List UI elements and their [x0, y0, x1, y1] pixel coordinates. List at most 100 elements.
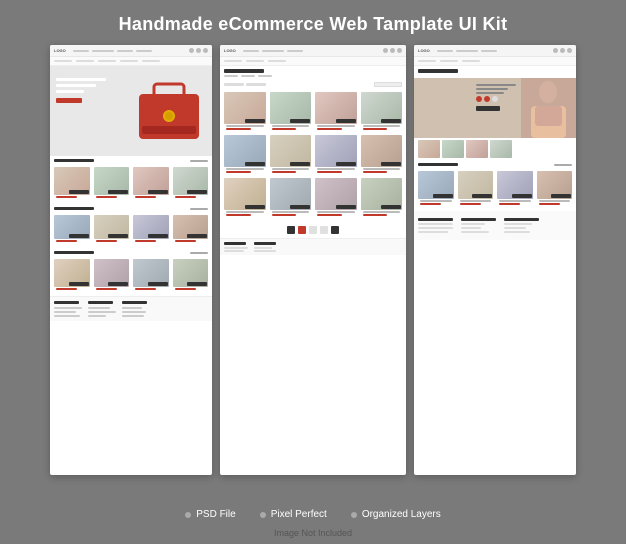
- product-item[interactable]: [93, 259, 131, 293]
- product-item[interactable]: [223, 135, 267, 176]
- listing-grid: [220, 89, 406, 222]
- page-1[interactable]: [298, 226, 306, 234]
- add-to-cart-btn[interactable]: [108, 190, 128, 194]
- add-to-cart-btn[interactable]: [512, 194, 532, 198]
- add-to-cart-btn[interactable]: [108, 234, 128, 238]
- page-3[interactable]: [320, 226, 328, 234]
- product-item[interactable]: [93, 215, 131, 245]
- product-item[interactable]: [223, 178, 267, 219]
- product-image: [173, 259, 209, 287]
- product-detail-hero: [414, 78, 576, 138]
- add-to-cart-btn[interactable]: [187, 234, 207, 238]
- nav-icon: [383, 48, 388, 53]
- add-to-cart-btn[interactable]: [187, 282, 207, 286]
- hero-cta[interactable]: [56, 98, 82, 103]
- product-item[interactable]: [132, 259, 170, 293]
- add-to-cart-btn[interactable]: [108, 282, 128, 286]
- view-all[interactable]: [190, 160, 208, 162]
- product-item[interactable]: [314, 178, 358, 219]
- add-to-cart-btn[interactable]: [336, 119, 356, 123]
- view-all[interactable]: [190, 208, 208, 210]
- nav-icon: [560, 48, 565, 53]
- subnav-item: [120, 60, 138, 62]
- page-title-area: [220, 66, 406, 80]
- product-item[interactable]: [269, 92, 313, 133]
- product-name: [539, 200, 571, 202]
- section-header-similar: [414, 160, 576, 168]
- logo-right: LOGO: [418, 48, 430, 53]
- view-all-similar[interactable]: [554, 164, 572, 166]
- product-item[interactable]: [172, 167, 210, 201]
- add-to-cart-detail[interactable]: [476, 106, 500, 111]
- product-image: [315, 135, 357, 167]
- add-to-cart-btn[interactable]: [336, 205, 356, 209]
- product-item[interactable]: [132, 215, 170, 245]
- add-to-cart-btn[interactable]: [551, 194, 571, 198]
- product-image: [497, 171, 533, 199]
- product-image: [173, 215, 209, 239]
- product-item[interactable]: [53, 215, 91, 245]
- product-item[interactable]: [269, 178, 313, 219]
- product-detail-info: [470, 84, 516, 111]
- add-to-cart-btn[interactable]: [381, 119, 401, 123]
- add-to-cart-btn[interactable]: [245, 119, 265, 123]
- add-to-cart-btn[interactable]: [472, 194, 492, 198]
- product-item[interactable]: [314, 92, 358, 133]
- add-to-cart-btn[interactable]: [381, 162, 401, 166]
- footer-center: [220, 238, 406, 255]
- page-next[interactable]: [331, 226, 339, 234]
- product-item[interactable]: [132, 167, 170, 201]
- product-item[interactable]: [269, 135, 313, 176]
- add-to-cart-btn[interactable]: [290, 205, 310, 209]
- product-item[interactable]: [53, 167, 91, 201]
- product-name: [226, 168, 264, 170]
- thumb-3[interactable]: [466, 140, 488, 158]
- add-to-cart-btn[interactable]: [69, 190, 89, 194]
- thumb-2[interactable]: [442, 140, 464, 158]
- nav-item: [243, 50, 259, 52]
- product-item[interactable]: [360, 135, 404, 176]
- sort-dropdown[interactable]: [374, 82, 402, 87]
- add-to-cart-btn[interactable]: [290, 162, 310, 166]
- filter-item[interactable]: [246, 83, 266, 86]
- page-prev[interactable]: [287, 226, 295, 234]
- add-to-cart-btn[interactable]: [69, 234, 89, 238]
- product-item[interactable]: [172, 259, 210, 293]
- page-2[interactable]: [309, 226, 317, 234]
- product-item[interactable]: [496, 171, 534, 208]
- badge-organized-layers: Organized Layers: [351, 509, 441, 520]
- product-item[interactable]: [457, 171, 495, 208]
- nav-icons: [383, 48, 402, 53]
- product-item[interactable]: [314, 135, 358, 176]
- product-thumbnails: [414, 138, 576, 160]
- thumb-1[interactable]: [418, 140, 440, 158]
- add-to-cart-btn[interactable]: [381, 205, 401, 209]
- add-to-cart-btn[interactable]: [187, 190, 207, 194]
- add-to-cart-btn[interactable]: [148, 190, 168, 194]
- product-item[interactable]: [223, 92, 267, 133]
- product-item[interactable]: [53, 259, 91, 293]
- view-all[interactable]: [190, 252, 208, 254]
- add-to-cart-btn[interactable]: [148, 282, 168, 286]
- product-item[interactable]: [417, 171, 455, 208]
- add-to-cart-btn[interactable]: [290, 119, 310, 123]
- filter-item[interactable]: [224, 83, 244, 86]
- add-to-cart-btn[interactable]: [148, 234, 168, 238]
- add-to-cart-btn[interactable]: [245, 205, 265, 209]
- add-to-cart-btn[interactable]: [336, 162, 356, 166]
- add-to-cart-btn[interactable]: [433, 194, 453, 198]
- product-item[interactable]: [172, 215, 210, 245]
- product-item[interactable]: [360, 178, 404, 219]
- product-image: [94, 259, 130, 287]
- product-item[interactable]: [536, 171, 574, 208]
- product-price: [420, 203, 441, 205]
- product-image: [361, 92, 403, 124]
- product-item[interactable]: [360, 92, 404, 133]
- thumb-4[interactable]: [490, 140, 512, 158]
- add-to-cart-btn[interactable]: [245, 162, 265, 166]
- add-to-cart-btn[interactable]: [69, 282, 89, 286]
- product-price: [460, 203, 481, 205]
- subnav-item: [462, 60, 480, 62]
- product-item[interactable]: [93, 167, 131, 201]
- model-image: [521, 78, 576, 138]
